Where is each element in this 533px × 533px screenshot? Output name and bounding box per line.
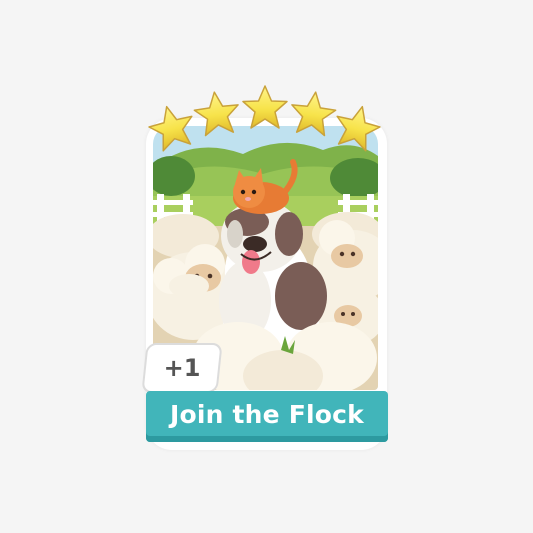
card-title: Join the Flock [169, 400, 365, 429]
title-banner: Join the Flock [146, 391, 388, 442]
bonus-label: +1 [163, 354, 201, 382]
bonus-badge: +1 [141, 343, 223, 393]
